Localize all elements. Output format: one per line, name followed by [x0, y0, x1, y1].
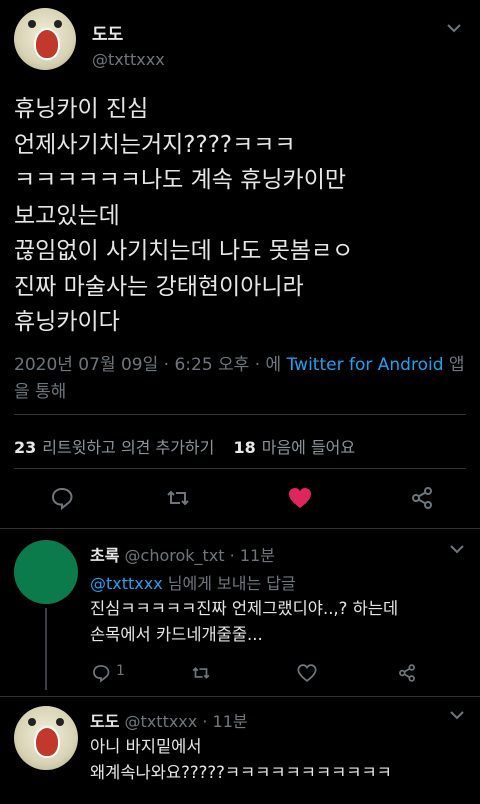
- reply-item[interactable]: 도도 @txttxxx · 11분 아니 바지밑에서 왜계속나와요?????ㅋㅋ…: [14, 706, 466, 804]
- heart-outline-icon[interactable]: [296, 662, 318, 684]
- avatar[interactable]: [14, 706, 78, 770]
- divider: [14, 414, 466, 415]
- retweet-icon[interactable]: [190, 662, 212, 684]
- reply-to-handle[interactable]: @txttxxx: [90, 574, 163, 593]
- author-handle[interactable]: @txttxxx: [92, 50, 165, 69]
- author-display-name[interactable]: 도도: [92, 20, 123, 45]
- avatar-mouth: [34, 726, 60, 758]
- tweet-header: 도도 @txttxxx: [14, 8, 466, 72]
- retweet-count[interactable]: 23: [14, 438, 36, 457]
- chevron-down-icon[interactable]: [448, 706, 466, 724]
- avatar-eye: [54, 20, 62, 28]
- tweet-action-bar: [14, 484, 466, 516]
- reply-item[interactable]: 초록 @chorok_txt · 11분 @txttxxx 님에게 보내는 답글…: [14, 540, 466, 690]
- reply-count: 1: [116, 663, 125, 679]
- chevron-down-icon[interactable]: [448, 540, 466, 558]
- divider: [0, 528, 480, 529]
- retweet-label[interactable]: 리트윗하고 의견 추가하기: [42, 438, 214, 457]
- tweet-meta: 2020년 07월 09일 · 6:25 오후 · 에 Twitter for …: [14, 352, 466, 406]
- retweet-icon[interactable]: [164, 484, 192, 512]
- share-icon[interactable]: [408, 484, 436, 512]
- reply-icon[interactable]: [48, 484, 76, 512]
- like-label[interactable]: 마음에 들어요: [262, 438, 355, 457]
- reply-time[interactable]: · 11분: [202, 712, 247, 731]
- heart-icon[interactable]: [286, 484, 314, 512]
- reply-display-name[interactable]: 초록: [90, 546, 119, 565]
- thread-line: [45, 608, 47, 690]
- avatar-eye: [56, 718, 64, 726]
- reply-display-name[interactable]: 도도: [90, 712, 119, 731]
- tweet-source-link[interactable]: Twitter for Android: [287, 355, 444, 375]
- avatar[interactable]: [14, 8, 76, 70]
- tweet-timestamp[interactable]: 2020년 07월 09일 · 6:25 오후 · 에: [14, 355, 281, 375]
- reply-handle[interactable]: @chorok_txt: [125, 546, 225, 565]
- reply-action-bar: 1: [90, 662, 420, 686]
- reply-text: 진심ㅋㅋㅋㅋㅋ진짜 언제그랬디야..,? 하는데 손목에서 카드네개줄줄...: [90, 599, 399, 644]
- reply-to-line: @txttxxx 님에게 보내는 답글: [90, 570, 296, 594]
- avatar-mouth: [34, 28, 60, 60]
- avatar[interactable]: [14, 540, 78, 604]
- reply-text: 아니 바지밑에서 왜계속나와요?????ㅋㅋㅋㅋㅋㅋㅋㅋㅋㅋㅋ: [90, 737, 392, 782]
- reply-handle[interactable]: @txttxxx: [125, 712, 198, 731]
- share-icon[interactable]: [396, 662, 418, 684]
- reply-author: 초록 @chorok_txt · 11분: [90, 542, 275, 566]
- tweet-text: 휴닝카이 진심 언제사기치는거지????ㅋㅋㅋ ㅋㅋㅋㅋㅋㅋ나도 계속 휴닝카이…: [14, 96, 354, 335]
- reply-icon[interactable]: 1: [90, 662, 125, 684]
- like-count[interactable]: 18: [233, 438, 255, 457]
- divider: [14, 468, 466, 469]
- reply-author: 도도 @txttxxx · 11분: [90, 708, 248, 732]
- divider: [0, 696, 480, 697]
- tweet-stats: 23 리트윗하고 의견 추가하기 18 마음에 들어요: [14, 434, 369, 458]
- reply-time[interactable]: · 11분: [230, 546, 275, 565]
- reply-to-suffix: 님에게 보내는 답글: [167, 574, 296, 593]
- chevron-down-icon[interactable]: [444, 18, 464, 38]
- avatar-eye: [28, 718, 36, 726]
- avatar-eye: [28, 20, 36, 28]
